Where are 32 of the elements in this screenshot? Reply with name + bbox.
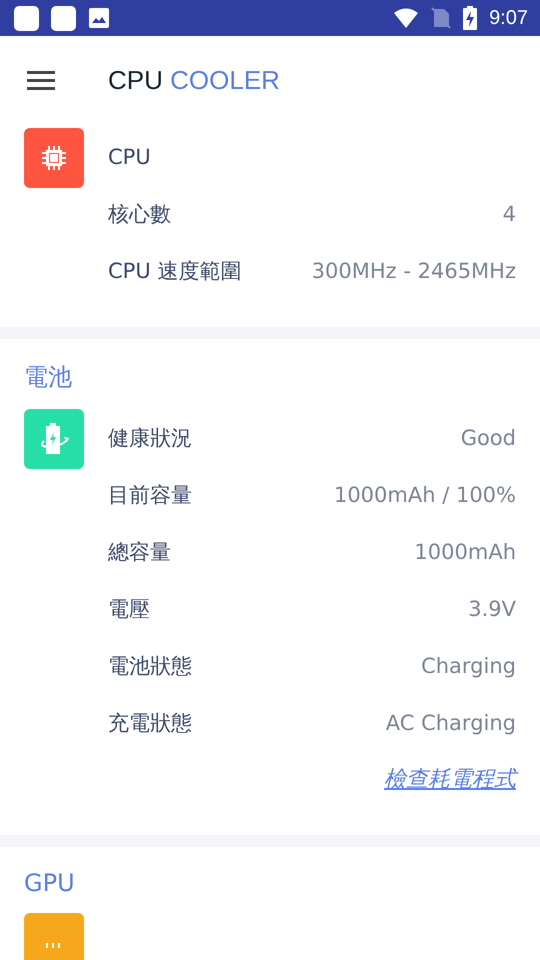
info-label: CPU 速度範圍 — [108, 258, 242, 284]
info-value: 300MHz - 2465MHz — [312, 258, 516, 282]
check-apps-link[interactable]: 檢查耗電程式 — [384, 764, 516, 794]
no-sim-icon — [431, 7, 452, 29]
image-icon — [88, 7, 110, 29]
info-value: Good — [460, 426, 516, 450]
section-heading: 電池 — [24, 362, 73, 393]
menu-icon — [27, 69, 57, 91]
info-value: 1000mAh — [414, 540, 516, 564]
info-label: CPU — [108, 144, 151, 168]
info-label: 核心數 — [108, 200, 171, 228]
info-label: 電壓 — [108, 596, 150, 622]
notification-icon — [14, 6, 39, 30]
battery-charging-icon — [463, 6, 478, 30]
wifi-icon — [393, 7, 420, 29]
menu-button[interactable] — [27, 68, 57, 92]
info-label: 總容量 — [108, 538, 171, 566]
info-label: 健康狀況 — [108, 424, 192, 452]
info-value: AC Charging — [386, 710, 516, 734]
notification-icon — [51, 6, 76, 30]
info-value: Charging — [421, 654, 516, 678]
status-time: 9:07 — [489, 6, 528, 30]
info-label: 充電狀態 — [108, 710, 192, 736]
app-title: CPU — [108, 64, 163, 94]
info-value: 3.9V — [468, 596, 516, 620]
info-label: 電池狀態 — [108, 652, 192, 680]
info-label: 目前容量 — [108, 482, 192, 508]
app-title-accent: COOLER — [170, 64, 280, 94]
battery-tile-icon — [24, 409, 84, 469]
section-heading: GPU — [24, 868, 76, 899]
info-value: 1000mAh / 100% — [334, 482, 516, 506]
info-value: 4 — [502, 202, 516, 226]
